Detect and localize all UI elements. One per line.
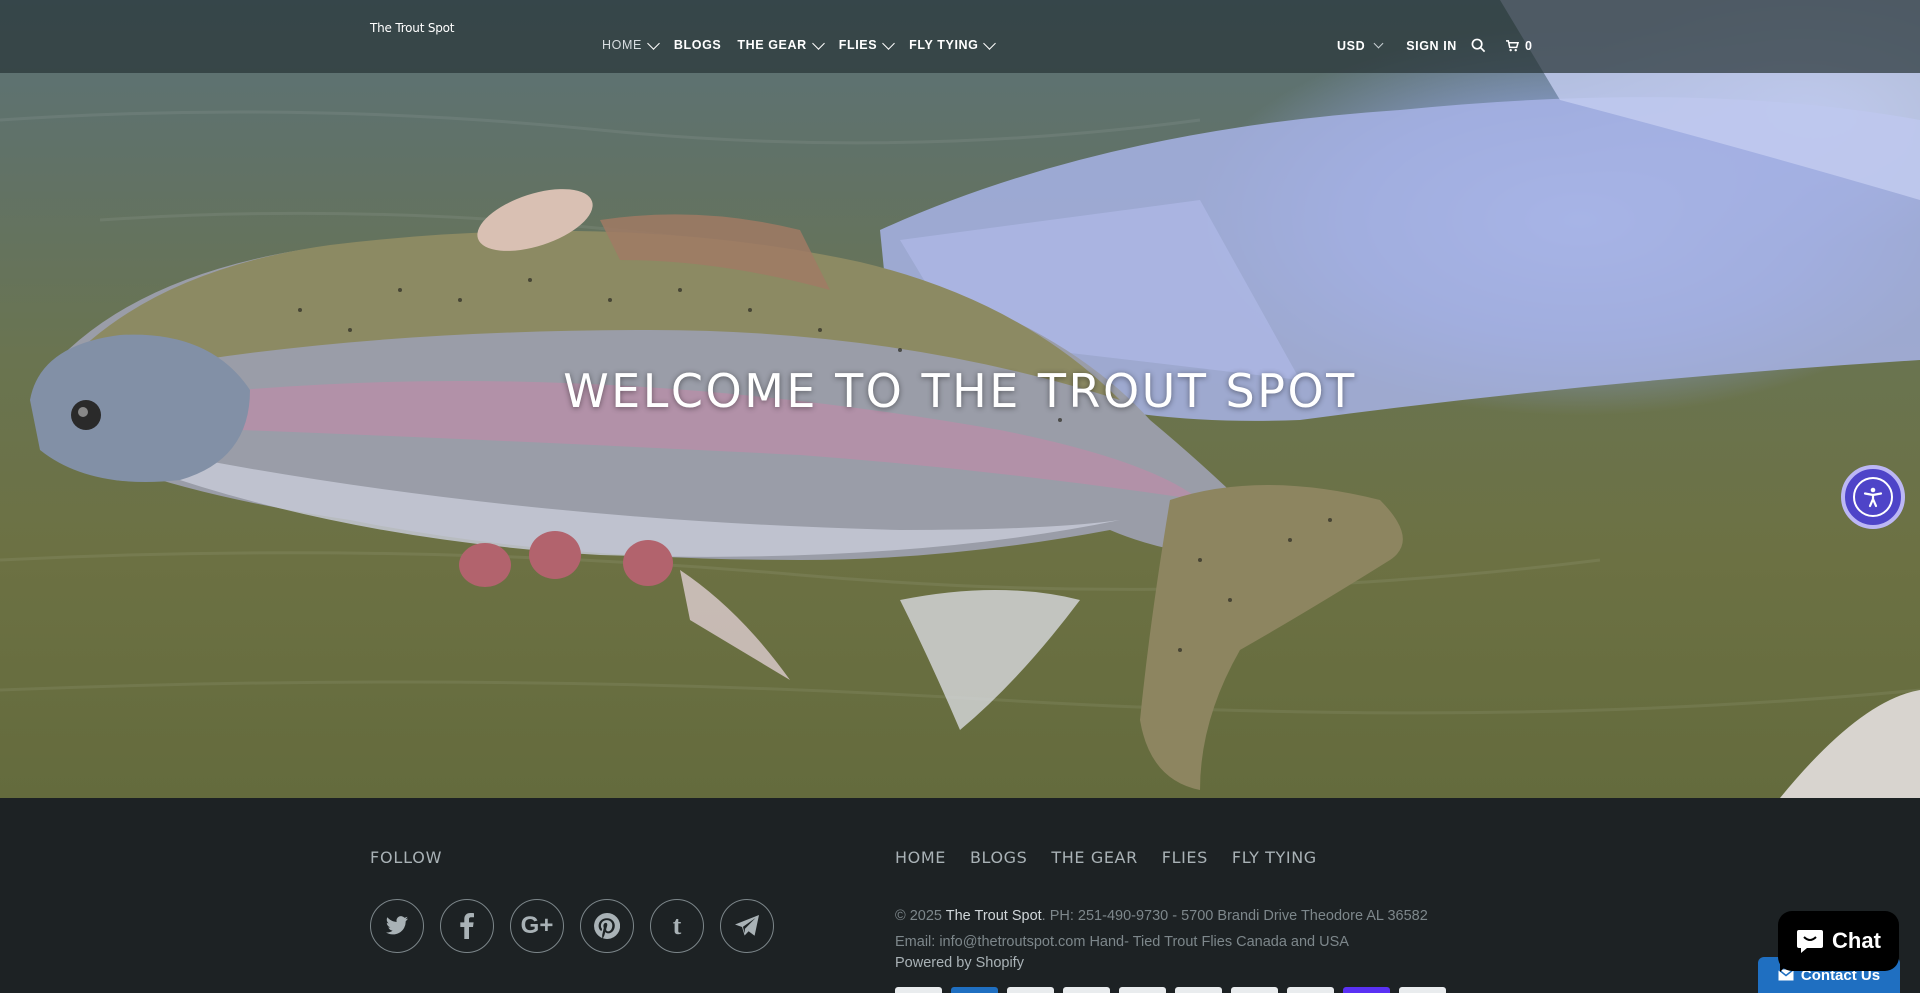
cart-count: 0 [1524, 38, 1533, 53]
payment-card-icon [1287, 987, 1334, 993]
hero-banner: WELCOME TO THE TROUT SPOT [0, 0, 1920, 798]
payment-card-icon [1063, 987, 1110, 993]
payment-card-icon [895, 987, 942, 993]
site-header: The Trout Spot HOME BLOGS THE GEAR FLIES… [0, 0, 1920, 73]
currency-label: USD [1337, 38, 1366, 53]
twitter-icon [386, 916, 408, 935]
chevron-down-icon [811, 36, 825, 50]
main-nav: HOME BLOGS THE GEAR FLIES FLY TYING [602, 36, 1010, 52]
nav-item-label: HOME [602, 38, 642, 52]
payment-card-icon [1007, 987, 1054, 993]
header-actions: USD SIGN IN 0 [1337, 38, 1533, 53]
follow-heading: FOLLOW [370, 848, 443, 867]
telegram-icon [735, 915, 759, 936]
chat-label: Chat [1832, 928, 1881, 953]
google-plus-link[interactable]: G+ [510, 899, 564, 953]
chat-button[interactable]: Chat [1778, 911, 1899, 971]
telegram-link[interactable] [720, 899, 774, 953]
nav-item-label: FLIES [838, 38, 878, 52]
chevron-down-icon [647, 36, 660, 50]
search-icon[interactable] [1471, 38, 1486, 53]
powered-by-shopify-link[interactable]: Powered by Shopify [895, 955, 1024, 971]
site-logo[interactable]: The Trout Spot [370, 21, 455, 35]
pinterest-icon [594, 913, 620, 939]
nav-item-fly-tying[interactable]: FLY TYING [909, 36, 997, 52]
chevron-down-icon [1373, 38, 1384, 49]
footer-nav: HOME BLOGS THE GEAR FLIES FLY TYING [895, 848, 1317, 867]
footer-link-home[interactable]: HOME [895, 848, 946, 867]
payment-card-icon [1231, 987, 1278, 993]
footer-link-blogs[interactable]: BLOGS [970, 848, 1027, 867]
shop-pay-icon [1343, 987, 1390, 993]
nav-item-flies[interactable]: FLIES [838, 36, 896, 52]
payment-card-icon [1119, 987, 1166, 993]
copyright-text: © 2025 The Trout Spot. PH: 251-490-9730 … [895, 903, 1470, 955]
brand-link[interactable]: The Trout Spot [946, 908, 1042, 924]
cart-icon [1505, 39, 1519, 51]
currency-selector[interactable]: USD [1337, 38, 1384, 53]
nav-item-label: FLY TYING [909, 38, 979, 52]
payment-card-icon [1399, 987, 1446, 993]
sign-in-link[interactable]: SIGN IN [1406, 39, 1457, 53]
nav-item-blogs[interactable]: BLOGS [674, 38, 721, 52]
nav-item-label: THE GEAR [737, 38, 807, 52]
amex-icon [951, 987, 998, 993]
payment-icons [895, 987, 1446, 993]
chevron-down-icon [983, 36, 997, 50]
facebook-link[interactable] [440, 899, 494, 953]
google-plus-icon: G+ [520, 912, 554, 939]
social-links: G+ t [370, 899, 774, 953]
facebook-icon [460, 913, 474, 939]
hero-title: WELCOME TO THE TROUT SPOT [563, 364, 1357, 418]
chevron-down-icon [882, 36, 896, 50]
tumblr-link[interactable]: t [650, 899, 704, 953]
nav-item-the-gear[interactable]: THE GEAR [737, 36, 825, 52]
site-footer: FOLLOW G+ t HOME BLOGS THE GEAR FLIES FL… [0, 798, 1920, 993]
chat-icon [1797, 930, 1824, 953]
footer-link-the-gear[interactable]: THE GEAR [1051, 848, 1137, 867]
accessibility-button[interactable] [1841, 465, 1905, 529]
nav-item-home[interactable]: HOME [602, 36, 660, 52]
payment-card-icon [1175, 987, 1222, 993]
nav-item-label: BLOGS [673, 38, 722, 52]
copyright-prefix: © 2025 [895, 908, 946, 924]
twitter-link[interactable] [370, 899, 424, 953]
cart-button[interactable]: 0 [1505, 38, 1533, 53]
pinterest-link[interactable] [580, 899, 634, 953]
footer-link-fly-tying[interactable]: FLY TYING [1232, 848, 1317, 867]
footer-link-flies[interactable]: FLIES [1162, 848, 1208, 867]
accessibility-icon [1853, 477, 1893, 517]
tumblr-icon: t [672, 911, 682, 940]
